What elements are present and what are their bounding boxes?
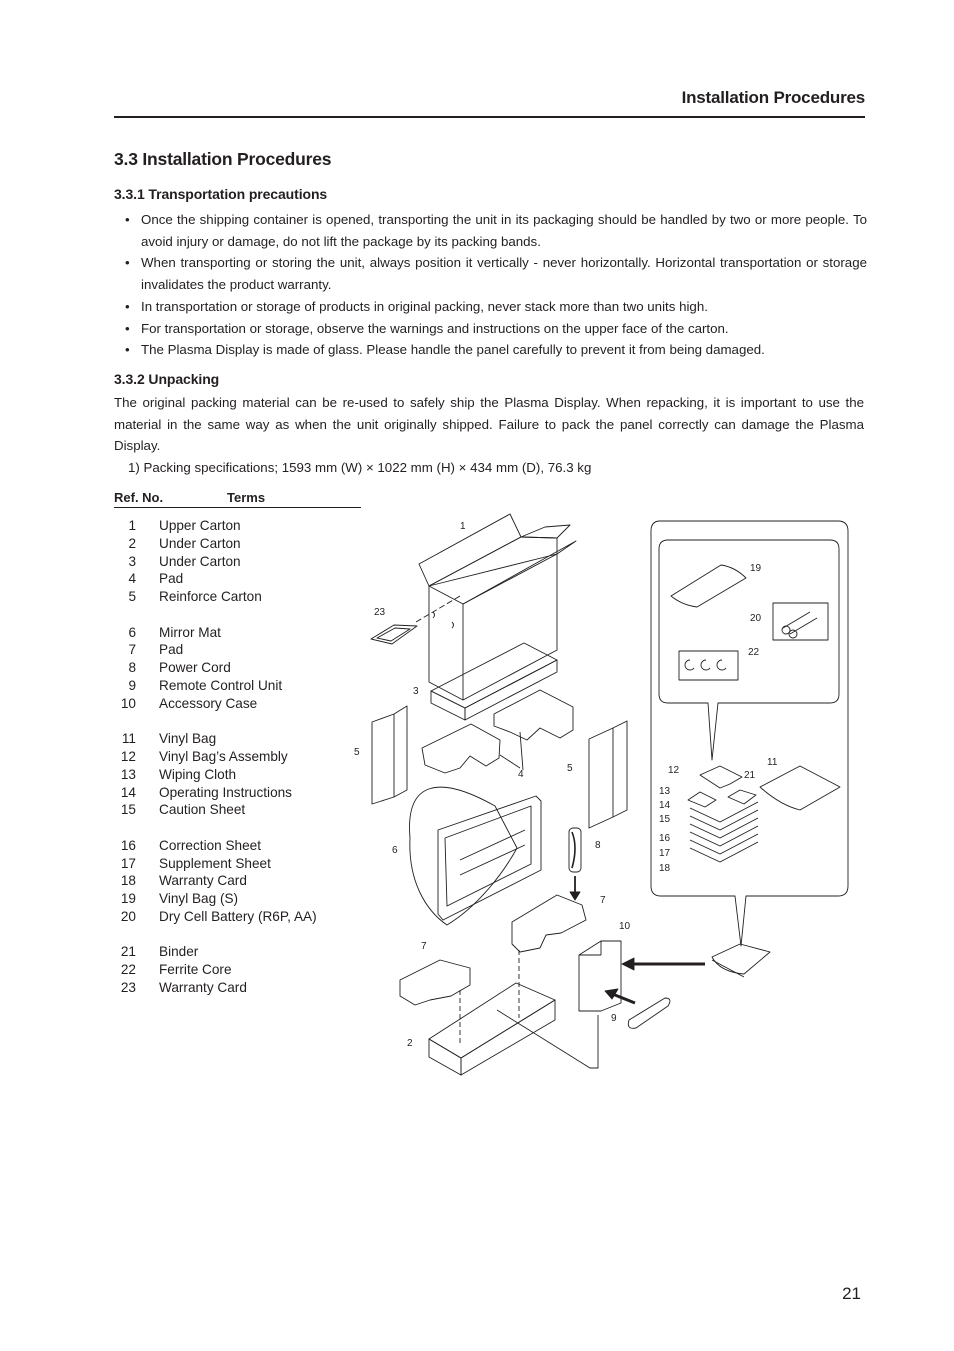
callout-label: 16 (659, 833, 671, 844)
callout-label: 2 (407, 1038, 413, 1049)
callout-label: 7 (600, 895, 606, 906)
power-cord-drawing (568, 827, 582, 901)
callout-label: 13 (659, 786, 671, 797)
warranty-card-drawing (370, 624, 418, 645)
callout-label: 18 (659, 863, 671, 874)
callout-label: 8 (595, 840, 601, 851)
callout-label: 20 (750, 613, 762, 624)
pad-7-drawings (399, 894, 587, 1006)
under-carton-top-drawing (430, 642, 558, 721)
accessory-case-drawing (578, 940, 705, 1012)
under-carton-bottom-drawing (428, 950, 599, 1076)
callout-label: 15 (659, 814, 671, 825)
callout-label: 12 (668, 765, 680, 776)
callout-label: 7 (421, 941, 427, 952)
callout-label: 19 (750, 563, 762, 574)
upper-carton-drawing (415, 513, 577, 701)
callout-label: 11 (767, 757, 778, 768)
callout-label: 5 (567, 763, 573, 774)
reinforce-carton-drawings (371, 705, 628, 829)
callout-label: 22 (748, 647, 760, 658)
callout-label: 9 (611, 1013, 617, 1024)
callout-label: 17 (659, 848, 671, 859)
callout-label: 6 (392, 845, 398, 856)
mirror-mat-and-panel-drawing (409, 786, 542, 926)
pad-drawings (421, 689, 574, 774)
page-number: 21 (842, 1284, 861, 1303)
callout-label: 21 (744, 770, 756, 781)
callout-label: 14 (659, 800, 671, 811)
callout-label: 4 (518, 769, 524, 780)
callout-label: 5 (354, 747, 360, 758)
packing-exploded-diagram: 1 2 3 4 5 5 6 7 7 8 9 10 11 12 13 14 15 … (354, 513, 849, 1076)
accessory-callout-panel (650, 520, 849, 978)
callout-label: 3 (413, 686, 419, 697)
callout-label: 10 (619, 921, 631, 932)
callout-label: 1 (460, 521, 466, 532)
callout-label: 23 (374, 607, 386, 618)
